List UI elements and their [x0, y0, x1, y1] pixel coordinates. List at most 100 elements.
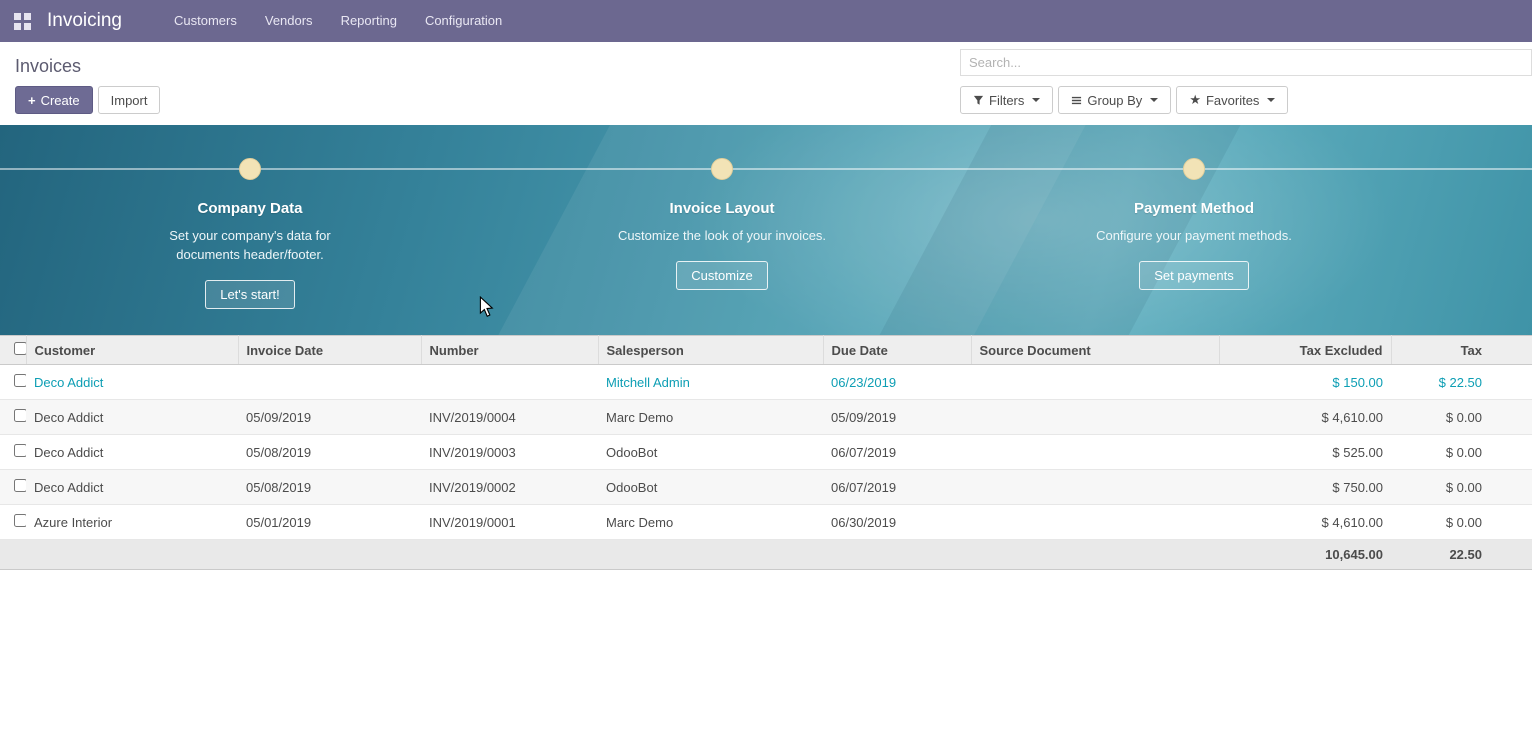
cell-tax[interactable]: $ 0.00: [1391, 400, 1532, 435]
cell-due-date[interactable]: 06/23/2019: [823, 365, 971, 400]
row-checkbox[interactable]: [14, 444, 26, 457]
control-panel: Invoices + Create Import Filters: [0, 42, 1532, 114]
star-icon: ★: [1189, 92, 1201, 108]
cell-due-date[interactable]: 05/09/2019: [823, 400, 971, 435]
cell-number[interactable]: [421, 365, 598, 400]
cell-tax[interactable]: $ 0.00: [1391, 470, 1532, 505]
cell-salesperson[interactable]: OdooBot: [598, 435, 823, 470]
cell-salesperson[interactable]: Mitchell Admin: [598, 365, 823, 400]
invoicing-app-window: Invoicing Customers Vendors Reporting Co…: [0, 0, 1532, 753]
plus-icon: +: [28, 93, 36, 108]
select-all-cell: [0, 336, 26, 365]
cell-salesperson[interactable]: Marc Demo: [598, 400, 823, 435]
cell-invoice-date[interactable]: 05/08/2019: [238, 435, 421, 470]
cell-due-date[interactable]: 06/07/2019: [823, 435, 971, 470]
row-select-cell: [0, 470, 26, 505]
step-dot-icon: [711, 158, 733, 180]
nav-menu-configuration[interactable]: Configuration: [411, 0, 516, 42]
cell-customer[interactable]: Deco Addict: [26, 470, 238, 505]
cell-tax-excluded[interactable]: $ 150.00: [1219, 365, 1391, 400]
apps-grid-icon[interactable]: [14, 13, 31, 30]
onboarding-step-payment-method: Payment Method Configure your payment me…: [1029, 158, 1359, 290]
row-select-cell: [0, 365, 26, 400]
cell-invoice-date[interactable]: 05/08/2019: [238, 470, 421, 505]
row-checkbox[interactable]: [14, 374, 26, 387]
group-by-dropdown[interactable]: Group By: [1058, 86, 1171, 114]
column-header-tax-excluded[interactable]: Tax Excluded: [1219, 336, 1391, 365]
page-title: Invoices: [15, 48, 81, 77]
create-button[interactable]: + Create: [15, 86, 93, 114]
step-dot-icon: [1183, 158, 1205, 180]
cell-salesperson[interactable]: OdooBot: [598, 470, 823, 505]
cell-due-date[interactable]: 06/07/2019: [823, 470, 971, 505]
row-checkbox[interactable]: [14, 409, 26, 422]
app-title[interactable]: Invoicing: [47, 10, 122, 32]
cell-tax-excluded[interactable]: $ 4,610.00: [1219, 400, 1391, 435]
invoice-row[interactable]: Deco Addict 05/08/2019 INV/2019/0002 Odo…: [0, 470, 1532, 505]
cell-tax-excluded[interactable]: $ 525.00: [1219, 435, 1391, 470]
cell-customer[interactable]: Deco Addict: [26, 400, 238, 435]
cell-source-document[interactable]: [971, 435, 1219, 470]
cell-invoice-date[interactable]: 05/09/2019: [238, 400, 421, 435]
cell-number[interactable]: INV/2019/0001: [421, 505, 598, 540]
cell-source-document[interactable]: [971, 365, 1219, 400]
cell-number[interactable]: INV/2019/0004: [421, 400, 598, 435]
search-box: [960, 49, 1532, 76]
cell-source-document[interactable]: [971, 400, 1219, 435]
row-select-cell: [0, 400, 26, 435]
step-description: Configure your payment methods.: [1089, 226, 1299, 245]
import-button[interactable]: Import: [98, 86, 161, 114]
cell-number[interactable]: INV/2019/0002: [421, 470, 598, 505]
row-checkbox[interactable]: [14, 514, 26, 527]
select-all-checkbox[interactable]: [14, 342, 26, 355]
column-header-source-document[interactable]: Source Document: [971, 336, 1219, 365]
step-title: Company Data: [85, 200, 415, 217]
onboarding-step-company-data: Company Data Set your company's data for…: [85, 158, 415, 309]
invoice-row[interactable]: Deco Addict 05/09/2019 INV/2019/0004 Mar…: [0, 400, 1532, 435]
cell-tax-excluded[interactable]: $ 4,610.00: [1219, 505, 1391, 540]
set-payments-button[interactable]: Set payments: [1139, 261, 1249, 290]
column-header-invoice-date[interactable]: Invoice Date: [238, 336, 421, 365]
cell-tax[interactable]: $ 0.00: [1391, 505, 1532, 540]
column-header-tax[interactable]: Tax: [1391, 336, 1532, 365]
cell-invoice-date[interactable]: 05/01/2019: [238, 505, 421, 540]
cell-source-document[interactable]: [971, 505, 1219, 540]
cell-salesperson[interactable]: Marc Demo: [598, 505, 823, 540]
cell-customer[interactable]: Deco Addict: [26, 365, 238, 400]
cell-tax-excluded[interactable]: $ 750.00: [1219, 470, 1391, 505]
column-header-due-date[interactable]: Due Date: [823, 336, 971, 365]
cell-due-date[interactable]: 06/30/2019: [823, 505, 971, 540]
invoice-row[interactable]: Azure Interior 05/01/2019 INV/2019/0001 …: [0, 505, 1532, 540]
funnel-icon: [973, 95, 984, 106]
cell-source-document[interactable]: [971, 470, 1219, 505]
nav-menu-reporting[interactable]: Reporting: [327, 0, 411, 42]
list-lines-icon: [1071, 95, 1082, 106]
invoice-row[interactable]: Deco Addict 05/08/2019 INV/2019/0003 Odo…: [0, 435, 1532, 470]
total-tax: 22.50: [1391, 540, 1532, 570]
nav-menu-customers[interactable]: Customers: [160, 0, 251, 42]
nav-menu-vendors[interactable]: Vendors: [251, 0, 327, 42]
invoice-row[interactable]: Deco Addict Mitchell Admin 06/23/2019 $ …: [0, 365, 1532, 400]
cell-number[interactable]: INV/2019/0003: [421, 435, 598, 470]
cell-tax[interactable]: $ 0.00: [1391, 435, 1532, 470]
column-header-customer[interactable]: Customer: [26, 336, 238, 365]
lets-start-button[interactable]: Let's start!: [205, 280, 295, 309]
cell-customer[interactable]: Azure Interior: [26, 505, 238, 540]
top-navbar: Invoicing Customers Vendors Reporting Co…: [0, 0, 1532, 42]
cell-invoice-date[interactable]: [238, 365, 421, 400]
chevron-down-icon: [1267, 98, 1275, 102]
invoices-table: Customer Invoice Date Number Salesperson…: [0, 335, 1532, 570]
row-select-cell: [0, 435, 26, 470]
row-checkbox[interactable]: [14, 479, 26, 492]
cell-tax[interactable]: $ 22.50: [1391, 365, 1532, 400]
step-description: Set your company's data for documents he…: [145, 226, 355, 264]
onboarding-banner: Company Data Set your company's data for…: [0, 125, 1532, 335]
chevron-down-icon: [1150, 98, 1158, 102]
favorites-dropdown[interactable]: ★ Favorites: [1176, 86, 1288, 114]
column-header-number[interactable]: Number: [421, 336, 598, 365]
customize-button[interactable]: Customize: [676, 261, 767, 290]
column-header-salesperson[interactable]: Salesperson: [598, 336, 823, 365]
cell-customer[interactable]: Deco Addict: [26, 435, 238, 470]
search-input[interactable]: [961, 51, 1531, 74]
filters-dropdown[interactable]: Filters: [960, 86, 1053, 114]
